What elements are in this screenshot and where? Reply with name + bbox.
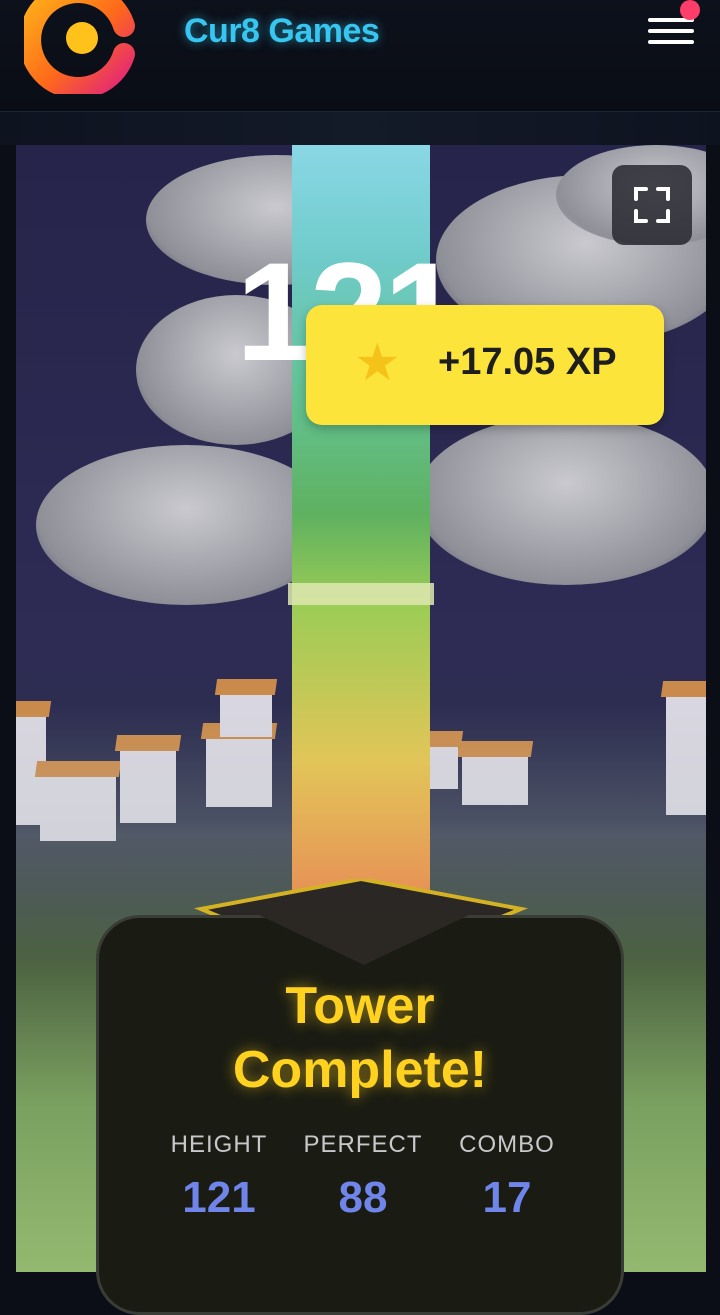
cloud bbox=[416, 415, 706, 585]
app-header: Cur8 Games bbox=[0, 0, 720, 112]
stat-height-label: HEIGHT bbox=[170, 1131, 268, 1158]
fullscreen-icon bbox=[634, 187, 670, 223]
stat-combo-value: 17 bbox=[482, 1173, 532, 1222]
menu-button[interactable] bbox=[640, 0, 700, 52]
panel-notch bbox=[259, 915, 469, 965]
header-strip bbox=[0, 112, 720, 145]
notification-dot bbox=[680, 0, 700, 20]
stat-height-value: 121 bbox=[182, 1173, 256, 1222]
result-panel: Tower Complete! HEIGHT 121 PERFECT 88 CO… bbox=[96, 915, 624, 1315]
xp-amount: +17.05 XP bbox=[438, 341, 617, 383]
stat-perfect-value: 88 bbox=[338, 1173, 388, 1222]
stat-combo-label: COMBO bbox=[459, 1131, 555, 1158]
cur8-logo-icon[interactable] bbox=[24, 0, 136, 94]
fullscreen-button[interactable] bbox=[612, 165, 692, 245]
star-icon: ★ bbox=[354, 334, 401, 392]
result-title-line2: Complete! bbox=[232, 1041, 488, 1099]
xp-reward-toast: ★ +17.05 XP bbox=[306, 305, 664, 425]
cloud bbox=[36, 445, 336, 605]
brand-name[interactable]: Cur8 Games bbox=[184, 12, 380, 51]
hamburger-bar bbox=[648, 40, 694, 44]
result-title-line1: Tower bbox=[285, 977, 435, 1035]
last-placed-block bbox=[288, 583, 434, 605]
stat-perfect-label: PERFECT bbox=[303, 1131, 423, 1158]
hamburger-bar bbox=[648, 29, 694, 33]
